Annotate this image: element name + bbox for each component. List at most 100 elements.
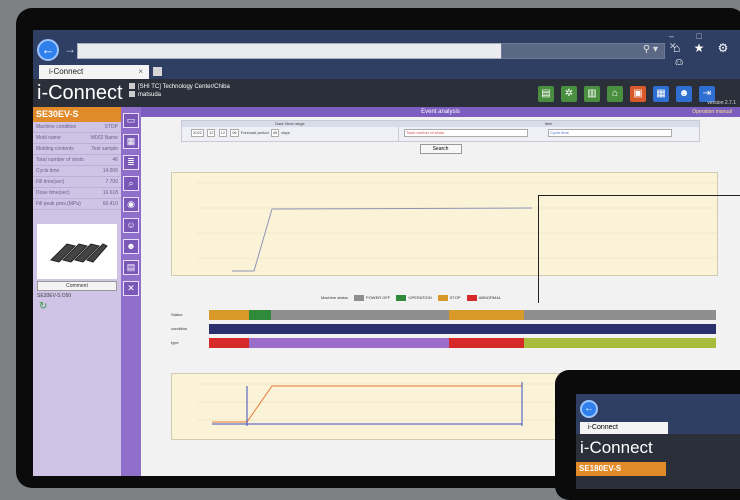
info-row: Cycle time 14.006 <box>33 166 121 177</box>
forward-button[interactable]: → <box>64 42 76 56</box>
legend-swatch-power-off <box>354 295 365 301</box>
info-label: Fill peak pres.(MPa) <box>36 201 81 207</box>
top-trend-chart <box>171 172 718 276</box>
legend-swatch-operation <box>396 295 407 301</box>
version-label: version 2.7.1 <box>707 100 736 106</box>
monitor-icon[interactable]: ▭ <box>123 113 139 128</box>
home-icon[interactable]: ⌂ <box>607 86 623 102</box>
building-icon <box>129 83 135 90</box>
app-header: i-Connect SE180EV-S <box>576 434 740 489</box>
info-label: Machine condition <box>36 124 77 130</box>
chart-icon[interactable]: ▦ <box>123 134 139 149</box>
header-icons: ▤ ✲ ▥ ⌂ ▣ ▦ ☻ ⇥ <box>538 83 722 102</box>
date-range-group: Date View range 2022 12 12 06 Forecast p… <box>182 121 399 141</box>
info-label: Molding contents <box>36 146 74 152</box>
info-row: Molding contents Test sample <box>33 144 121 155</box>
app-logo: i-Connect <box>37 82 123 104</box>
user-add-icon[interactable]: ☺ <box>123 218 139 233</box>
filter-panel: Date View range 2022 12 12 06 Forecast p… <box>181 120 700 142</box>
info-value: Test sample <box>91 146 118 152</box>
alert-icon[interactable]: ▣ <box>630 86 646 102</box>
item-select-1[interactable]: Total number of shots <box>404 129 528 137</box>
segment-operation <box>249 310 271 320</box>
site-name: [SHI TC] Technology Center/Chiba <box>138 84 230 90</box>
legend-swatch-abnormal <box>466 295 477 301</box>
machine-panel: SE30EV-S Machine condition STOP Mold name M… <box>33 107 121 476</box>
series-1-line <box>212 385 522 423</box>
type-segment-1 <box>209 338 249 348</box>
info-row: Total number of shots 46 <box>33 155 121 166</box>
function-sidebar: ▭ ▦ ≣ ⌕ ◉ ☺ ☻ ▤ ✕ <box>121 107 141 476</box>
comment-value: SE30EV-S D50 <box>37 293 72 299</box>
status-bar <box>209 310 716 320</box>
legend-swatch-stop <box>437 295 448 301</box>
close-icon[interactable]: × <box>138 65 143 79</box>
tools-icon[interactable]: ✕ <box>123 281 139 296</box>
settings-icon[interactable]: ✲ <box>561 86 577 102</box>
info-label: Fill time(sec) <box>36 179 65 185</box>
year-select[interactable]: 2022 <box>191 129 204 137</box>
user-icon <box>129 91 135 98</box>
site-info: [SHI TC] Technology Center/Chiba matsuda <box>129 83 230 99</box>
info-label: Dose time(sec) <box>36 190 70 196</box>
condition-bar <box>209 324 716 334</box>
address-bar[interactable]: ▾ ↻ <box>77 43 533 59</box>
calendar-icon[interactable]: ▦ <box>653 86 669 102</box>
list-icon[interactable]: ≣ <box>123 155 139 170</box>
search-icon: ⚲ ▾ <box>642 44 658 55</box>
type-segment-3 <box>524 338 716 348</box>
item-select-2[interactable]: Cycle time <box>548 129 673 137</box>
page-title-text: Event analysis <box>421 109 460 115</box>
trend-line <box>232 207 533 272</box>
month-select[interactable]: 12 <box>207 129 216 137</box>
days-label: days <box>281 130 290 135</box>
back-button[interactable]: ← <box>37 39 59 61</box>
new-tab-button[interactable] <box>153 67 162 76</box>
tab-bar: i-Connect × <box>33 65 740 79</box>
table-icon[interactable]: ▤ <box>123 260 139 275</box>
info-value: 60.410 <box>102 201 118 207</box>
tab-i-connect[interactable]: i-Connect <box>580 422 668 434</box>
info-row: Mold name M002 Name <box>33 133 121 144</box>
user-icon[interactable]: ☻ <box>676 86 692 102</box>
machine-status-legend: Machine status POWER OFF OPERATION STOP … <box>321 295 501 301</box>
info-label: Cycle time <box>36 168 60 174</box>
legend-abnormal: ABNORMAL <box>478 295 502 301</box>
type-segment-2 <box>449 338 524 348</box>
machine-image <box>37 224 117 279</box>
legend-power-off: POWER OFF <box>366 295 391 301</box>
hour-select[interactable]: 06 <box>230 129 239 137</box>
print-icon[interactable]: ▥ <box>584 86 600 102</box>
report-icon[interactable]: ▤ <box>538 86 554 102</box>
app-header: i-Connect [SHI TC] Technology Center/Chi… <box>33 79 740 107</box>
user-settings-icon[interactable]: ☻ <box>123 239 139 254</box>
type-row-label: type <box>171 340 179 345</box>
tab-i-connect[interactable]: i-Connect × <box>39 65 149 79</box>
legend-stop: STOP <box>449 295 461 301</box>
period-select[interactable]: 45 <box>270 129 280 137</box>
info-value: 14.006 <box>102 168 118 174</box>
back-button[interactable]: ← <box>580 400 598 418</box>
operation-manual-link[interactable]: Operation manual <box>692 107 732 117</box>
browser-search-input[interactable]: ⚲ ▾ <box>501 43 665 59</box>
status-row-label: Status <box>171 312 183 317</box>
info-row: Fill peak pres.(MPa) 60.410 <box>33 199 121 210</box>
info-value: 7.700 <box>105 179 118 185</box>
item-caption: Item <box>398 121 699 127</box>
info-value: 16.618 <box>102 190 118 196</box>
period-label: Forecast period <box>240 130 269 135</box>
refresh-icon[interactable]: ↻ <box>39 301 115 312</box>
info-value: 46 <box>112 157 118 163</box>
machine-id: SE180EV-S <box>576 462 666 476</box>
type-bar <box>209 338 716 348</box>
part-illustration <box>50 242 108 263</box>
legend-operation: OPERATION <box>408 295 432 301</box>
segment-stop <box>209 310 249 320</box>
callout-line <box>538 195 539 303</box>
search-icon[interactable]: ⌕ <box>123 176 139 191</box>
legend-title: Machine status <box>321 295 348 301</box>
search-button[interactable]: Search <box>419 144 462 154</box>
camera-icon[interactable]: ◉ <box>123 197 139 212</box>
day-select[interactable]: 12 <box>218 129 228 137</box>
machine-id: SE30EV-S <box>33 107 121 122</box>
